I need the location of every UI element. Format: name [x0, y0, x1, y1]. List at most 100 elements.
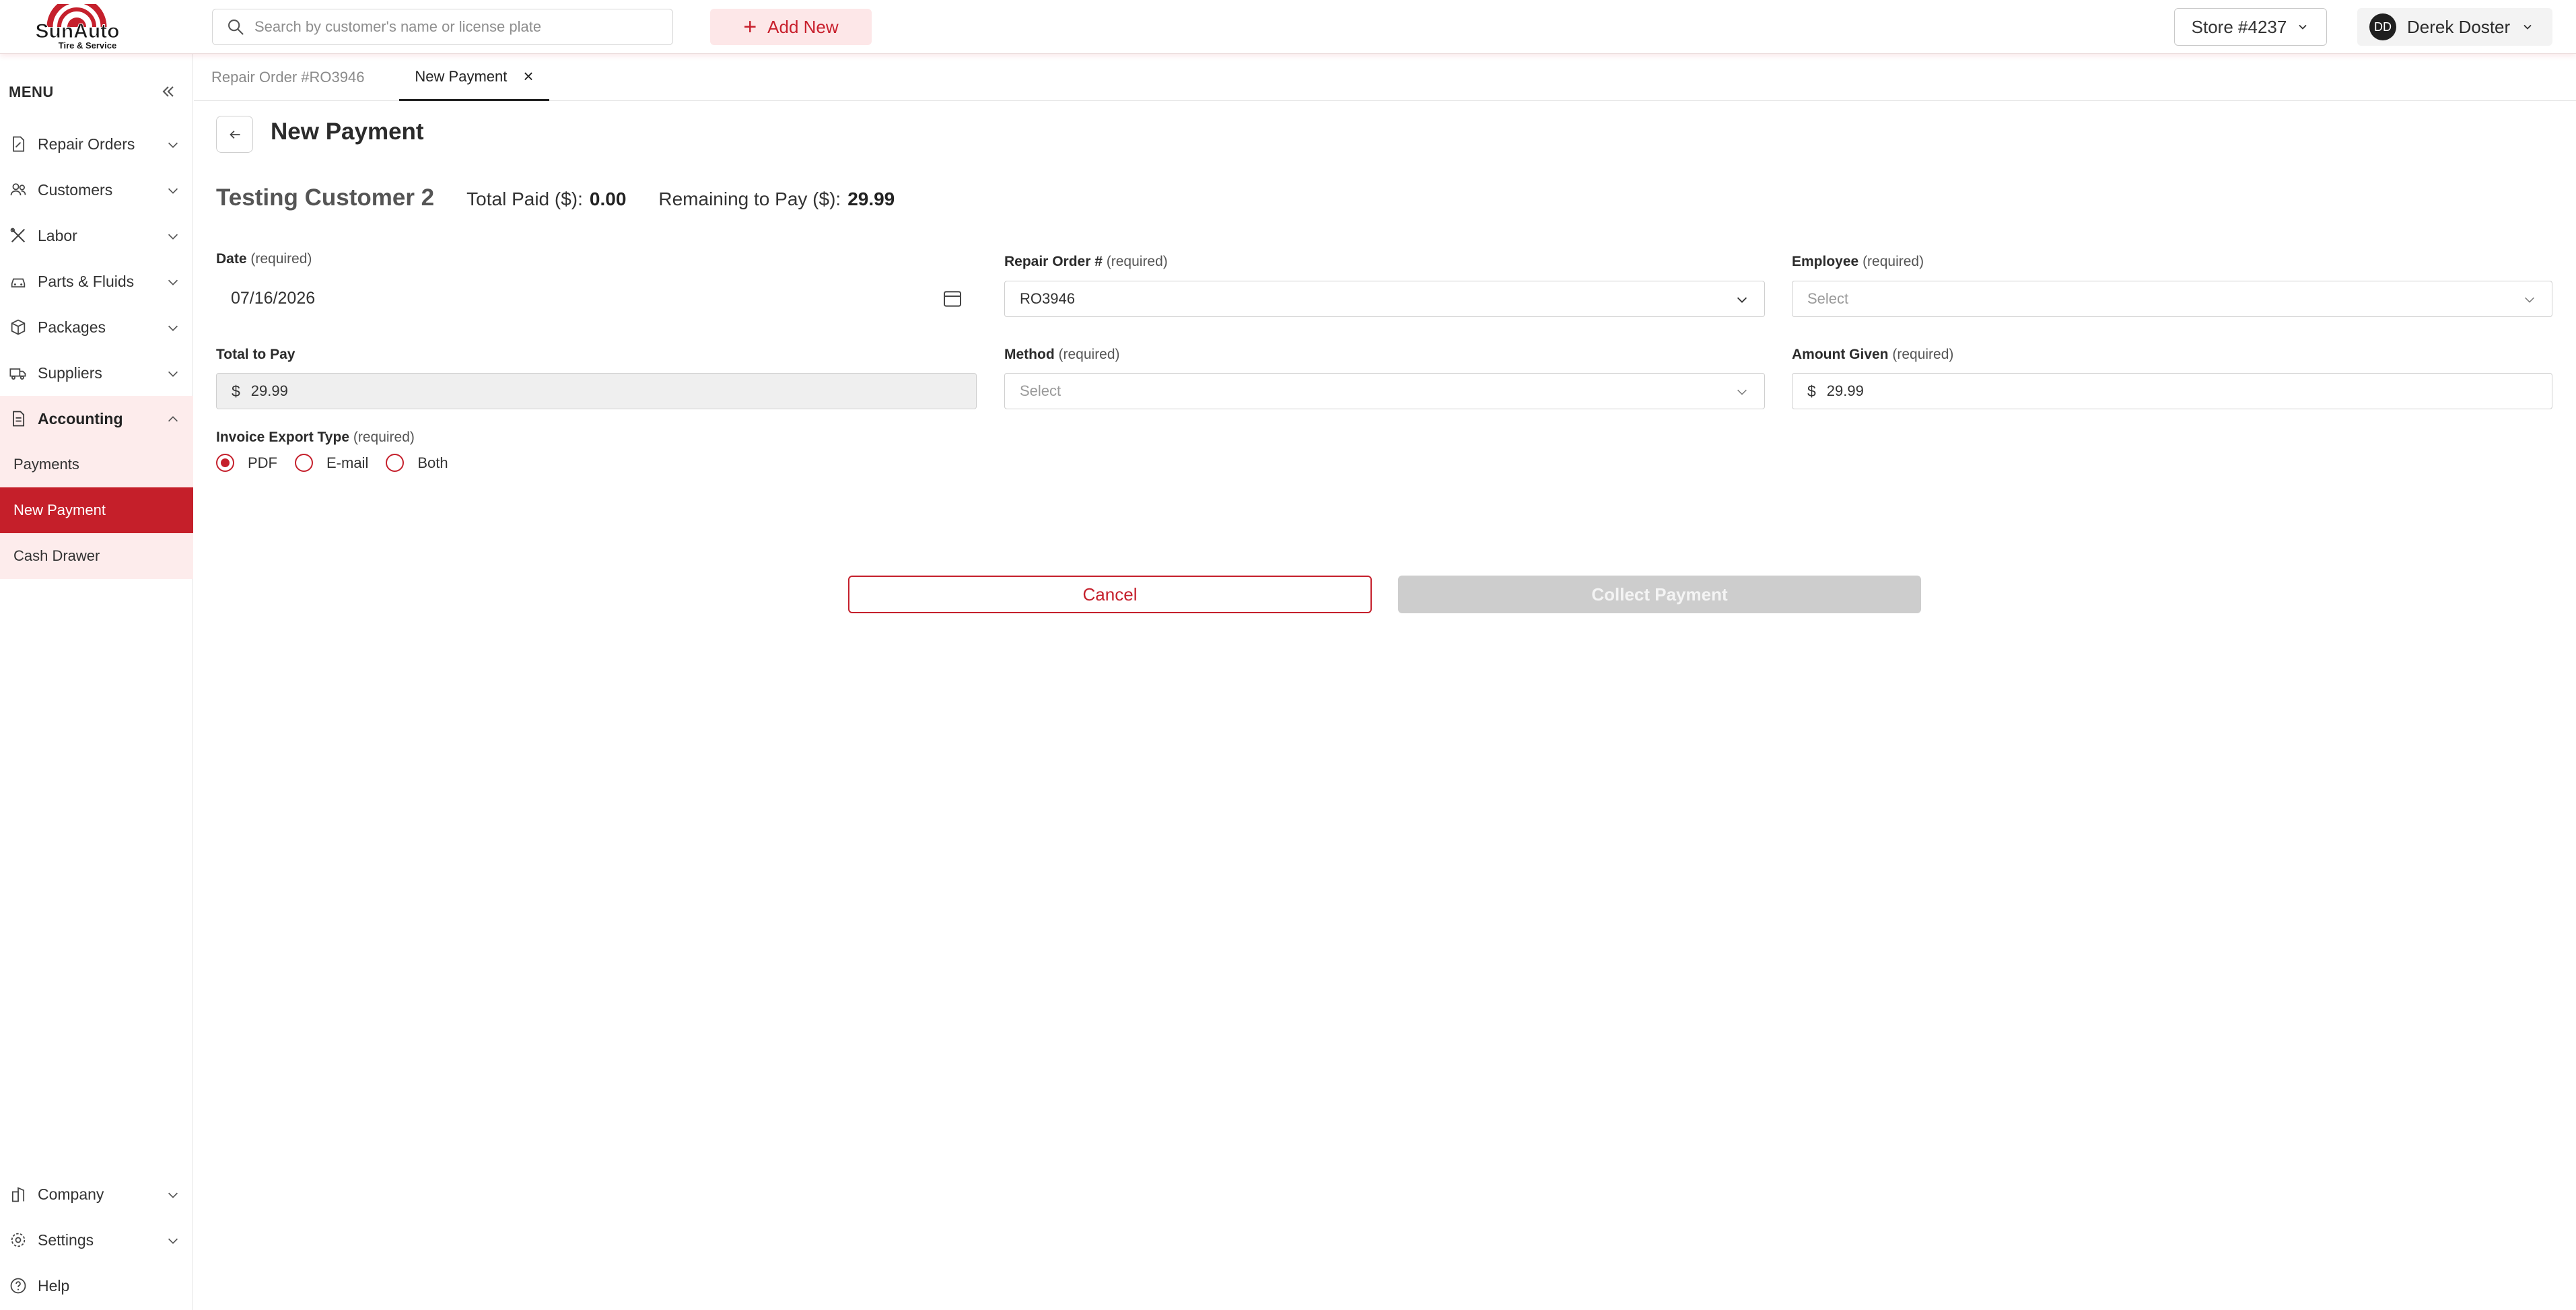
collect-payment-button[interactable]: Collect Payment — [1398, 576, 1921, 613]
date-label: Date (required) — [216, 251, 312, 267]
radio-label: E-mail — [326, 454, 369, 471]
field-label: Total to Pay — [216, 347, 295, 362]
repair-order-value: RO3946 — [1020, 290, 1075, 307]
amount-given-value: 29.99 — [1826, 382, 1864, 399]
close-icon[interactable]: × — [523, 66, 533, 87]
sidebar-subitem-new-payment[interactable]: New Payment — [0, 487, 193, 533]
required-text: (required) — [250, 251, 312, 267]
sidebar-item-label: Repair Orders — [38, 135, 135, 153]
sidebar-subitem-cash-drawer[interactable]: Cash Drawer — [0, 533, 193, 579]
required-text: (required) — [353, 429, 415, 445]
sidebar-item-label: Suppliers — [38, 364, 102, 382]
field-label: Repair Order # — [1004, 254, 1103, 269]
user-name: Derek Doster — [2407, 16, 2511, 37]
chevron-down-icon — [168, 142, 178, 148]
sidebar-item-labor[interactable]: Labor — [0, 213, 193, 258]
sidebar-item-label: Company — [38, 1185, 104, 1203]
help-icon — [10, 1278, 26, 1294]
amount-given-field[interactable]: $ 29.99 — [1792, 373, 2552, 409]
radio-label: PDF — [248, 454, 277, 471]
customer-name: Testing Customer 2 — [216, 184, 435, 211]
document-edit-icon — [13, 136, 25, 152]
sidebar-item-company[interactable]: Company — [0, 1171, 193, 1217]
chevron-down-icon — [168, 371, 178, 377]
employee-select[interactable]: Select — [1792, 281, 2552, 317]
car-icon — [11, 278, 26, 288]
required-text: (required) — [1892, 347, 1954, 362]
field-label: Date — [216, 251, 247, 267]
sidebar-subitem-label: New Payment — [13, 502, 106, 518]
radio-label: Both — [417, 454, 448, 471]
field-label: Employee — [1792, 254, 1859, 269]
back-button[interactable] — [216, 116, 253, 153]
repair-order-label: Repair Order # (required) — [1004, 254, 1168, 270]
sidebar-item-settings[interactable]: Settings — [0, 1217, 193, 1263]
payment-summary: Testing Customer 2 Total Paid ($): 0.00 … — [216, 184, 927, 211]
sunauto-logo[interactable]: SunAuto Tire & Service — [27, 0, 128, 51]
sidebar-item-label: Settings — [38, 1231, 94, 1249]
invoice-export-label: Invoice Export Type (required) — [216, 429, 415, 446]
currency-symbol: $ — [232, 382, 240, 400]
field-label: Amount Given — [1792, 347, 1889, 362]
sidebar-item-parts-fluids[interactable]: Parts & Fluids — [0, 258, 193, 304]
remaining-value: 29.99 — [847, 188, 895, 209]
package-icon — [11, 319, 26, 335]
chevron-down-icon — [168, 279, 178, 285]
tab-label: Repair Order #RO3946 — [211, 69, 365, 85]
user-menu[interactable]: DD Derek Doster — [2357, 8, 2552, 46]
store-selector[interactable]: Store #4237 — [2174, 8, 2327, 46]
invoice-export-radio-group: PDF E-mail Both — [216, 454, 466, 472]
cancel-button[interactable]: Cancel — [848, 576, 1372, 613]
chevron-down-icon — [168, 234, 178, 240]
arrow-left-icon — [229, 130, 240, 139]
page-title: New Payment — [271, 118, 424, 145]
users-icon — [10, 183, 26, 196]
sidebar: MENU Repair Orders Customers Labor Parts… — [0, 54, 193, 1310]
total-to-pay-value: 29.99 — [250, 382, 288, 399]
search-icon — [228, 20, 244, 35]
sidebar-item-label: Help — [38, 1276, 70, 1295]
menu-header: MENU — [0, 78, 193, 105]
add-new-label: Add New — [767, 16, 839, 37]
method-label: Method (required) — [1004, 347, 1120, 363]
method-select[interactable]: Select — [1004, 373, 1765, 409]
search-box[interactable] — [212, 9, 673, 45]
truck-icon — [9, 368, 26, 380]
sidebar-item-packages[interactable]: Packages — [0, 304, 193, 350]
tab-new-payment[interactable]: New Payment × — [399, 54, 549, 101]
sidebar-item-help[interactable]: Help — [0, 1263, 193, 1309]
radio-email[interactable] — [295, 454, 313, 472]
sidebar-item-label: Labor — [38, 226, 77, 244]
sidebar-item-label: Customers — [38, 180, 113, 199]
required-text: (required) — [1106, 254, 1168, 269]
sidebar-item-accounting[interactable]: Accounting — [0, 396, 193, 442]
repair-order-select[interactable]: RO3946 — [1004, 281, 1765, 317]
search-input[interactable] — [254, 18, 658, 36]
employee-label: Employee (required) — [1792, 254, 1924, 270]
add-new-button[interactable]: + Add New — [710, 9, 872, 45]
sidebar-item-label: Packages — [38, 318, 106, 336]
field-label: Method — [1004, 347, 1055, 362]
logo-wordmark: SunAuto — [36, 20, 120, 42]
chevron-up-icon — [168, 416, 178, 422]
chevron-down-icon — [2299, 24, 2307, 30]
sidebar-subitem-label: Payments — [13, 456, 79, 473]
date-field[interactable]: 07/16/2026 — [216, 280, 977, 316]
chevron-down-icon — [2523, 24, 2532, 30]
employee-placeholder: Select — [1807, 290, 1849, 307]
remaining-label: Remaining to Pay ($): — [658, 188, 841, 209]
sidebar-item-suppliers[interactable]: Suppliers — [0, 350, 193, 396]
top-header: SunAuto Tire & Service + Add New Store #… — [0, 0, 2576, 54]
ledger-icon — [13, 411, 25, 427]
collapse-sidebar-icon[interactable] — [159, 82, 178, 101]
radio-pdf[interactable] — [216, 454, 234, 472]
sidebar-item-customers[interactable]: Customers — [0, 167, 193, 213]
menu-label: MENU — [9, 83, 54, 100]
sidebar-subitem-payments[interactable]: Payments — [0, 442, 193, 487]
total-paid-label: Total Paid ($): — [466, 188, 583, 209]
calendar-icon[interactable] — [942, 288, 963, 310]
cancel-label: Cancel — [1082, 584, 1138, 605]
sidebar-item-repair-orders[interactable]: Repair Orders — [0, 121, 193, 167]
radio-both[interactable] — [386, 454, 405, 472]
tab-repair-order[interactable]: Repair Order #RO3946 — [211, 54, 364, 101]
